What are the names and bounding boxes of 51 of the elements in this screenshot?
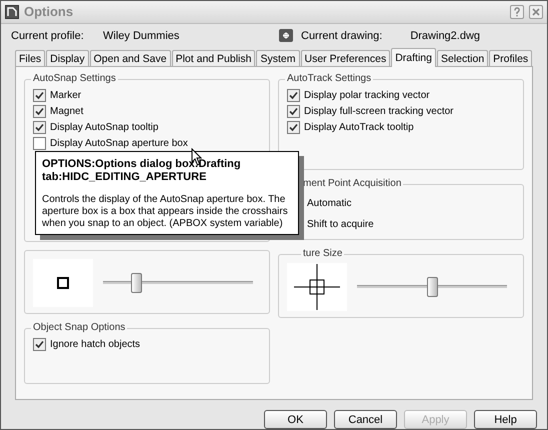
tab[interactable]: Files [15, 50, 46, 66]
group-title: AutoTrack Settings [285, 72, 374, 84]
crosshair-icon [294, 264, 340, 310]
checkbox-label: Ignore hatch objects [50, 339, 140, 350]
group-title: Object Snap Options [31, 322, 128, 333]
tab[interactable]: Open and Save [90, 50, 171, 66]
checkbox[interactable] [287, 89, 300, 102]
dialog-button[interactable]: Cancel [334, 410, 397, 429]
drawing-label: Current drawing: [301, 30, 382, 42]
group-title: AutoSnap Settings [31, 72, 118, 84]
tab[interactable]: Drafting [391, 48, 436, 67]
tab[interactable]: System [256, 50, 300, 66]
close-button[interactable] [529, 4, 543, 19]
tab[interactable]: Selection [436, 50, 488, 66]
drawing-icon [279, 29, 293, 42]
profile-label: Current profile: [11, 30, 85, 42]
drawing-value: Drawing2.dwg [410, 30, 480, 42]
help-icon [512, 6, 522, 17]
tab[interactable]: User Preferences [300, 50, 390, 66]
checkbox-label: Magnet [50, 106, 84, 118]
group-title: ture Size [301, 248, 344, 259]
radio-label: Shift to acquire [306, 218, 375, 232]
slider-thumb[interactable] [131, 273, 142, 294]
window-title: Options [24, 4, 74, 20]
dialog-button[interactable]: OK [264, 410, 327, 429]
tooltip-text: Controls the display of the AutoSnap aperture box. The aperture box is a box that appears inside the crosshairs when you snap to an object. (APBOX system variable) [42, 194, 289, 230]
app-icon [5, 4, 19, 19]
checkbox[interactable] [33, 105, 46, 118]
checkbox[interactable] [287, 105, 300, 118]
checkbox-label: Display polar tracking vector [304, 90, 430, 102]
slider-thumb[interactable] [427, 277, 438, 298]
checkbox-label: Display AutoSnap aperture box [50, 138, 188, 150]
checkbox[interactable] [33, 338, 46, 352]
tab[interactable]: Display [46, 50, 89, 66]
checkbox-label: Marker [50, 90, 82, 102]
checkbox[interactable] [33, 121, 46, 134]
dialog-button[interactable]: Help [474, 410, 537, 429]
checkbox-label: Display AutoTrack tooltip [304, 122, 414, 134]
close-icon [531, 6, 541, 17]
help-button[interactable] [510, 4, 524, 19]
checkbox-label: Display AutoSnap tooltip [50, 122, 158, 134]
checkbox[interactable] [33, 89, 46, 102]
tab[interactable]: Profiles [489, 50, 532, 66]
checkbox[interactable] [287, 121, 300, 134]
tooltip-heading: OPTIONS:Options dialog box:Drafting tab:HIDC_EDITING_APERTURE [42, 158, 242, 184]
marker-square-icon [57, 276, 69, 289]
tab[interactable]: Plot and Publish [172, 50, 256, 66]
checkbox[interactable] [33, 137, 46, 150]
checkbox-label: Display full-screen tracking vector [304, 106, 454, 118]
profile-value: Wiley Dummies [103, 30, 180, 42]
radio-label: Automatic [306, 196, 352, 211]
